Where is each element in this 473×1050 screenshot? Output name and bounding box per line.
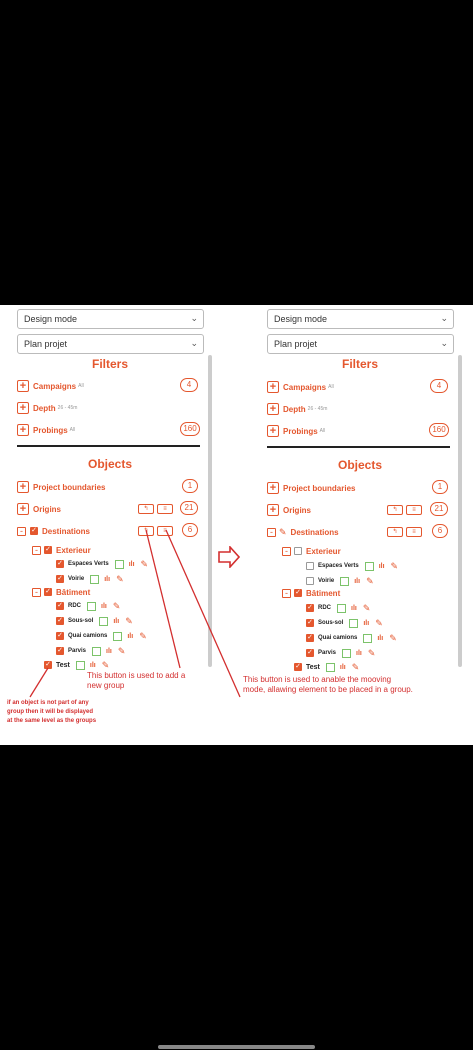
annotation-no-group: if an object is not part of any group th… (7, 700, 97, 724)
annotation-add-group: This button is used to add a new group (87, 671, 186, 690)
home-indicator[interactable] (158, 1045, 315, 1049)
annotation-lines (29, 529, 241, 698)
screenshot-page: Design mode ⌄ Plan projet ⌄ Filters + Ca… (0, 0, 473, 1050)
annotation-moving-mode: This button is used to anable the moovin… (243, 675, 413, 694)
